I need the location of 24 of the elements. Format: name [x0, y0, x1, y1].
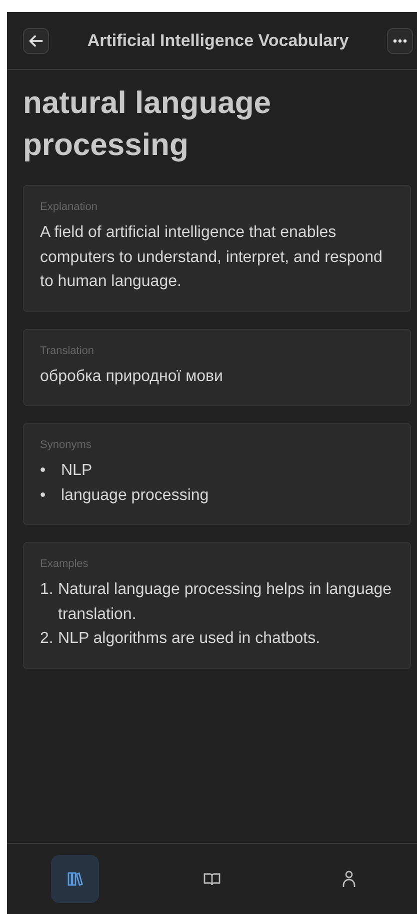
list-marker: 2. — [40, 629, 54, 649]
term-heading: natural language processing — [23, 84, 272, 164]
section-label: Translation — [40, 344, 96, 356]
list-item-text: NLP algorithms are used in chatbots. — [58, 629, 320, 649]
list-marker: 1. — [40, 580, 54, 600]
list-item-text: language processing — [61, 486, 209, 506]
more-button[interactable] — [387, 28, 413, 54]
list-item-text: NLP — [61, 461, 92, 481]
section-text: A field of artificial intelligence that enables computers to understand, interpret, and respond to human language. — [40, 223, 384, 292]
page-title: Artificial Intelligence Vocabulary — [87, 30, 349, 50]
nav-tab[interactable] — [51, 855, 100, 903]
section-label: Examples — [40, 558, 90, 570]
person-icon — [342, 870, 356, 888]
section-label: Explanation — [40, 201, 98, 213]
section-text: обробка природної мови — [40, 366, 224, 386]
back-button[interactable] — [23, 28, 49, 54]
books-icon — [67, 871, 84, 887]
list-marker: • — [40, 486, 47, 506]
section-label: Synonyms — [40, 439, 92, 451]
more-icon — [393, 38, 407, 42]
back-arrow-icon — [29, 34, 43, 46]
open-book-icon — [202, 871, 221, 887]
list-item-text: Natural language processing helps in language translation. — [58, 580, 393, 624]
list-marker: • — [40, 461, 47, 481]
